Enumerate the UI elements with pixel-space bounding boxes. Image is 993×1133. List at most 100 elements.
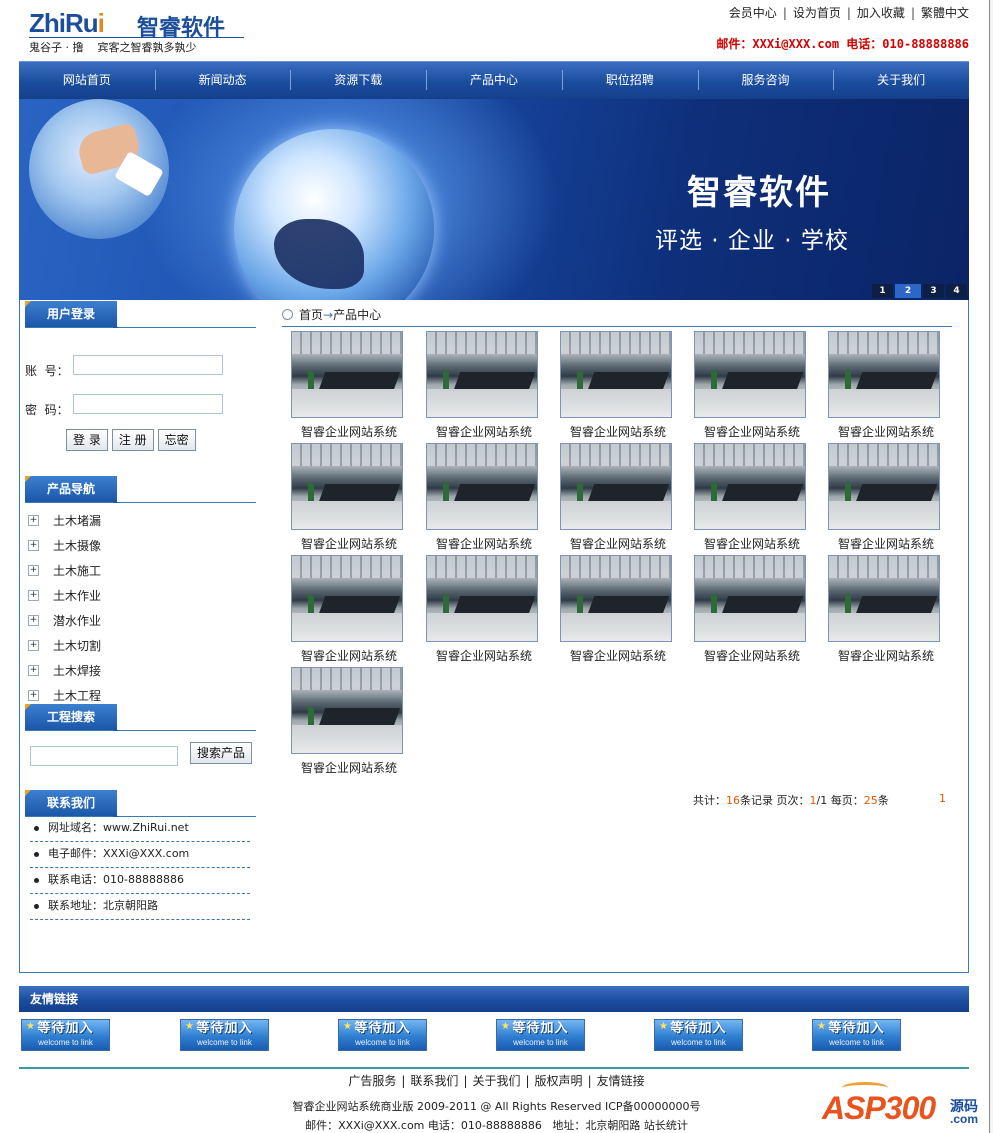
banner-page-1[interactable]: 1 (872, 284, 893, 298)
product-title[interactable]: 智睿企业网站系统 (426, 647, 542, 664)
product-card[interactable]: 智睿企业网站系统 (560, 443, 676, 553)
top-link-add-favorite[interactable]: 加入收藏 (857, 6, 905, 20)
product-card[interactable]: 智睿企业网站系统 (291, 667, 407, 777)
register-button[interactable]: 注 册 (111, 429, 154, 451)
product-card[interactable]: 智睿企业网站系统 (291, 443, 407, 553)
product-thumbnail[interactable] (828, 443, 940, 530)
product-card[interactable]: 智睿企业网站系统 (828, 555, 944, 665)
page-link-1[interactable]: 1 (939, 792, 946, 805)
product-title[interactable]: 智睿企业网站系统 (426, 423, 542, 440)
product-card[interactable]: 智睿企业网站系统 (694, 331, 810, 441)
product-thumbnail[interactable] (426, 555, 538, 642)
product-title[interactable]: 智睿企业网站系统 (560, 423, 676, 440)
nav-item-products[interactable]: 产品中心 (426, 62, 562, 99)
product-search-input[interactable] (30, 746, 178, 766)
product-nav-label[interactable]: 土木作业 (53, 588, 101, 604)
product-card[interactable]: 智睿企业网站系统 (426, 331, 542, 441)
product-nav-label[interactable]: 土木切割 (53, 638, 101, 654)
expand-plus-icon[interactable]: + (28, 540, 39, 551)
expand-plus-icon[interactable]: + (28, 615, 39, 626)
footer-link-friends[interactable]: 友情链接 (597, 1074, 645, 1088)
top-link-traditional-chinese[interactable]: 繁體中文 (921, 6, 969, 20)
expand-plus-icon[interactable]: + (28, 690, 39, 701)
product-thumbnail[interactable] (828, 331, 940, 418)
friend-link-badge[interactable]: ★ 等待加入 welcome to link (338, 1019, 427, 1051)
product-nav-item[interactable]: + 土木堵漏 (28, 508, 248, 533)
product-nav-label[interactable]: 土木堵漏 (53, 513, 101, 529)
friend-link-badge[interactable]: ★ 等待加入 welcome to link (21, 1019, 110, 1051)
expand-plus-icon[interactable]: + (28, 565, 39, 576)
product-nav-item[interactable]: + 土木施工 (28, 558, 248, 583)
product-title[interactable]: 智睿企业网站系统 (291, 759, 407, 776)
nav-item-news[interactable]: 新闻动态 (154, 62, 291, 99)
product-card[interactable]: 智睿企业网站系统 (560, 555, 676, 665)
nav-item-downloads[interactable]: 资源下载 (290, 62, 426, 99)
product-thumbnail[interactable] (560, 443, 672, 530)
product-thumbnail[interactable] (694, 331, 806, 418)
search-products-button[interactable]: 搜索产品 (190, 742, 253, 764)
product-title[interactable]: 智睿企业网站系统 (426, 535, 542, 552)
product-nav-label[interactable]: 土木工程 (53, 688, 101, 704)
nav-item-jobs[interactable]: 职位招聘 (561, 62, 698, 99)
friend-link-badge[interactable]: ★ 等待加入 welcome to link (180, 1019, 269, 1051)
product-title[interactable]: 智睿企业网站系统 (560, 535, 676, 552)
login-button[interactable]: 登 录 (66, 429, 108, 451)
product-nav-item[interactable]: + 土木作业 (28, 583, 248, 608)
product-title[interactable]: 智睿企业网站系统 (694, 535, 810, 552)
footer-link-about[interactable]: 关于我们 (472, 1074, 520, 1088)
product-nav-label[interactable]: 土木摄像 (53, 538, 101, 554)
product-card[interactable]: 智睿企业网站系统 (426, 443, 542, 553)
product-nav-item[interactable]: + 土木焊接 (28, 658, 248, 683)
product-title[interactable]: 智睿企业网站系统 (291, 535, 407, 552)
expand-plus-icon[interactable]: + (28, 590, 39, 601)
footer-link-contact[interactable]: 联系我们 (410, 1074, 458, 1088)
product-thumbnail[interactable] (291, 443, 403, 530)
banner-page-2[interactable]: 2 (895, 284, 921, 298)
product-title[interactable]: 智睿企业网站系统 (828, 647, 944, 664)
product-nav-label[interactable]: 潜水作业 (53, 613, 101, 629)
product-thumbnail[interactable] (560, 331, 672, 418)
product-thumbnail[interactable] (694, 555, 806, 642)
top-link-member-center[interactable]: 会员中心 (729, 6, 777, 20)
product-title[interactable]: 智睿企业网站系统 (694, 647, 810, 664)
password-input[interactable] (73, 394, 223, 414)
footer-link-copyright[interactable]: 版权声明 (535, 1074, 583, 1088)
expand-plus-icon[interactable]: + (28, 665, 39, 676)
product-title[interactable]: 智睿企业网站系统 (560, 647, 676, 664)
nav-item-about[interactable]: 关于我们 (833, 62, 969, 99)
expand-plus-icon[interactable]: + (28, 515, 39, 526)
product-card[interactable]: 智睿企业网站系统 (291, 555, 407, 665)
product-nav-item[interactable]: + 土木切割 (28, 633, 248, 658)
product-title[interactable]: 智睿企业网站系统 (291, 647, 407, 664)
product-thumbnail[interactable] (291, 331, 403, 418)
product-card[interactable]: 智睿企业网站系统 (694, 443, 810, 553)
banner-page-4[interactable]: 4 (946, 284, 967, 298)
product-card[interactable]: 智睿企业网站系统 (560, 331, 676, 441)
product-nav-item[interactable]: + 潜水作业 (28, 608, 248, 633)
friend-link-badge[interactable]: ★ 等待加入 welcome to link (654, 1019, 743, 1051)
product-nav-label[interactable]: 土木施工 (53, 563, 101, 579)
top-link-set-homepage[interactable]: 设为首页 (793, 6, 841, 20)
product-title[interactable]: 智睿企业网站系统 (828, 423, 944, 440)
footer-link-ads[interactable]: 广告服务 (348, 1074, 396, 1088)
friend-link-badge[interactable]: ★ 等待加入 welcome to link (812, 1019, 901, 1051)
product-nav-item[interactable]: + 土木摄像 (28, 533, 248, 558)
expand-plus-icon[interactable]: + (28, 640, 39, 651)
forgot-password-button[interactable]: 忘密 (157, 429, 196, 451)
product-title[interactable]: 智睿企业网站系统 (694, 423, 810, 440)
product-card[interactable]: 智睿企业网站系统 (694, 555, 810, 665)
site-logo[interactable]: ZhiRui 智睿软件 鬼谷子 · 撸 宾客之智睿孰多孰少 (29, 8, 249, 56)
product-thumbnail[interactable] (291, 667, 403, 754)
product-card[interactable]: 智睿企业网站系统 (828, 331, 944, 441)
product-thumbnail[interactable] (828, 555, 940, 642)
product-card[interactable]: 智睿企业网站系统 (426, 555, 542, 665)
breadcrumb-home[interactable]: 首页 (299, 308, 323, 322)
product-card[interactable]: 智睿企业网站系统 (828, 443, 944, 553)
product-title[interactable]: 智睿企业网站系统 (291, 423, 407, 440)
product-thumbnail[interactable] (291, 555, 403, 642)
product-thumbnail[interactable] (694, 443, 806, 530)
product-thumbnail[interactable] (560, 555, 672, 642)
nav-item-home[interactable]: 网站首页 (19, 62, 155, 99)
breadcrumb-current[interactable]: 产品中心 (333, 308, 381, 322)
product-title[interactable]: 智睿企业网站系统 (828, 535, 944, 552)
